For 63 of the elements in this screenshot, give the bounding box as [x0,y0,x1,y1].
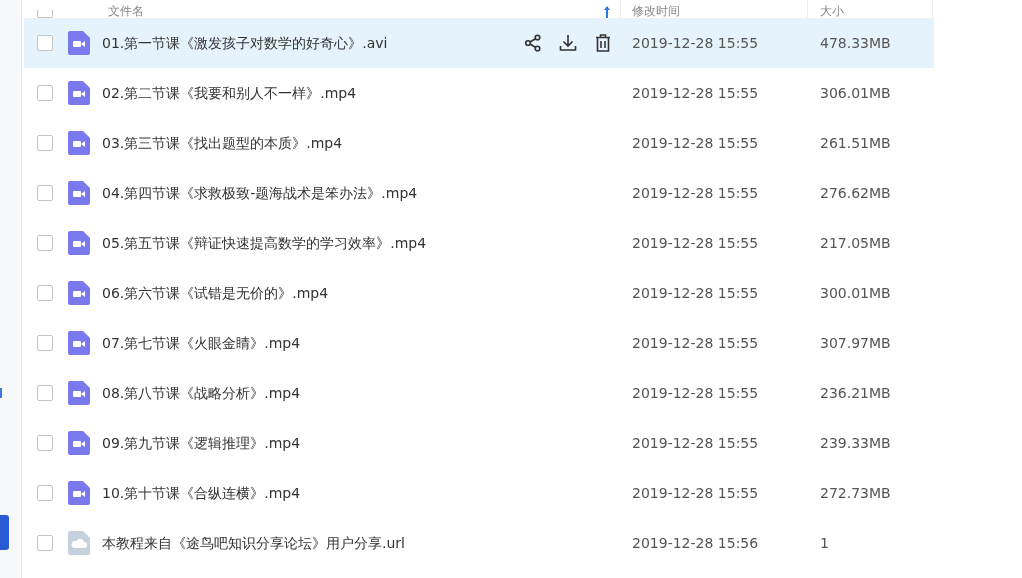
row-checkbox[interactable] [37,385,53,401]
file-name[interactable]: 03.第三节课《找出题型的本质》.mp4 [102,132,621,154]
file-size: 306.01MB [819,83,892,103]
modified-date: 2019-12-28 15:56 [631,533,760,553]
modified-date: 2019-12-28 15:55 [631,133,760,153]
selected-row[interactable]: 01.第一节课《激发孩子对数学的好奇心》.avi 2019-12-28 15:55 478.33MB [24,18,934,68]
column-header[interactable]: 大小 [820,4,844,18]
cloud-file-icon [68,531,90,555]
row-checkbox[interactable] [37,485,53,501]
file-name[interactable]: 06.第六节课《试错是无价的》.mp4 [102,282,621,304]
row-checkbox[interactable] [37,85,53,101]
file-size: 217.05MB [819,233,892,253]
file-name[interactable]: 10.第十节课《合纵连横》.mp4 [102,482,621,504]
file-name[interactable]: 09.第九节课《逻辑推理》.mp4 [102,432,621,454]
row-checkbox[interactable] [37,185,53,201]
file-size: 307.97MB [819,333,892,353]
modified-date: 2019-12-28 15:55 [631,183,760,203]
modified-date: 2019-12-28 15:55 [631,383,760,403]
modified-date: 2019-12-28 15:55 [631,333,760,353]
video-file-icon [68,81,90,105]
file-size: 239.33MB [819,433,892,453]
video-file-icon [68,431,90,455]
file-name[interactable]: 08.第八节课《战略分析》.mp4 [102,382,621,404]
file-size: 272.73MB [819,483,892,503]
column-header[interactable]: 修改时间 [632,4,680,18]
video-file-icon [68,381,90,405]
row-checkbox[interactable] [37,335,53,351]
row-checkbox[interactable] [37,35,53,51]
modified-date: 2019-12-28 15:55 [631,33,760,53]
select-all-checkbox[interactable] [37,10,53,18]
row-checkbox[interactable] [37,535,53,551]
video-file-icon [68,331,90,355]
file-name[interactable]: 05.第五节课《辩证快速提高数学的学习效率》.mp4 [102,232,621,254]
modified-date: 2019-12-28 15:55 [631,433,760,453]
video-file-icon [68,31,90,55]
video-file-icon [68,481,90,505]
file-name[interactable]: 01.第一节课《激发孩子对数学的好奇心》.avi [102,32,521,54]
column-header[interactable]: 文件名 [108,4,144,18]
video-file-icon [68,131,90,155]
video-file-icon [68,281,90,305]
file-size: 261.51MB [819,133,892,153]
file-name[interactable]: 07.第七节课《火眼金睛》.mp4 [102,332,621,354]
sidebar-marker [0,388,2,398]
file-name[interactable]: 02.第二节课《我要和别人不一样》.mp4 [102,82,621,104]
modified-date: 2019-12-28 15:55 [631,233,760,253]
sidebar-button[interactable] [0,515,9,550]
file-size: 236.21MB [819,383,892,403]
row-checkbox[interactable] [37,435,53,451]
file-name[interactable]: 04.第四节课《求救极致-题海战术是笨办法》.mp4 [102,182,621,204]
file-size: 1 [819,533,830,553]
modified-date: 2019-12-28 15:55 [631,483,760,503]
modified-date: 2019-12-28 15:55 [631,83,760,103]
file-size: 276.62MB [819,183,892,203]
file-name[interactable]: 本教程来自《途鸟吧知识分享论坛》用户分享.url [102,532,621,554]
modified-date: 2019-12-28 15:55 [631,283,760,303]
video-file-icon [68,181,90,205]
file-size: 478.33MB [819,33,892,53]
sort-arrow-icon[interactable] [604,4,610,18]
file-size: 300.01MB [819,283,892,303]
row-checkbox[interactable] [37,135,53,151]
row-checkbox[interactable] [37,285,53,301]
row-checkbox[interactable] [37,235,53,251]
video-file-icon [68,231,90,255]
